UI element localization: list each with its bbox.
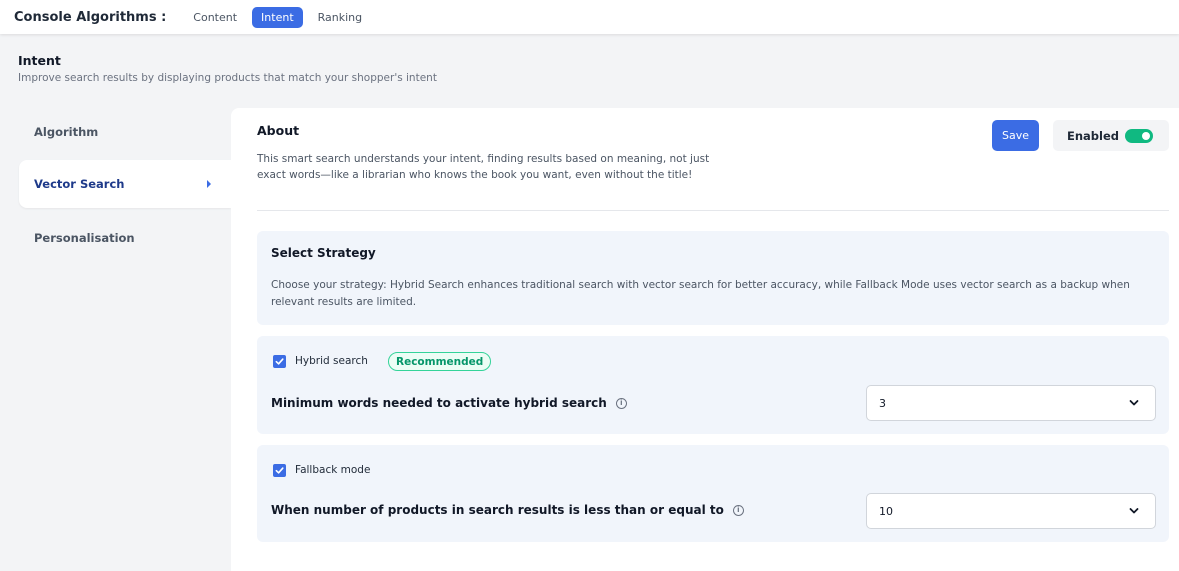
recommended-badge: Recommended (388, 352, 492, 371)
about-title: About (257, 123, 300, 138)
threshold-label-text: When number of products in search result… (271, 503, 724, 517)
threshold-value: 10 (879, 504, 893, 518)
top-bar: Console Algorithms : Content Intent Rank… (0, 0, 1179, 34)
sidebar: Algorithm Vector Search Personalisation (0, 108, 231, 571)
hybrid-search-checkbox[interactable] (273, 355, 286, 368)
hybrid-search-label: Hybrid search (295, 355, 368, 367)
sidebar-item-label: Algorithm (34, 125, 99, 139)
fallback-mode-label: Fallback mode (295, 464, 371, 476)
info-icon[interactable]: i (615, 397, 627, 409)
strategy-description: Choose your strategy: Hybrid Search enha… (271, 279, 1130, 308)
fallback-mode-checkbox[interactable] (273, 464, 286, 477)
enabled-label: Enabled (1067, 128, 1120, 143)
main-panel: About This smart search understands your… (231, 108, 1179, 571)
threshold-select[interactable]: 10 (866, 493, 1156, 529)
save-button[interactable]: Save (992, 120, 1039, 151)
enabled-control: Enabled (1053, 120, 1169, 151)
page-subtitle: Improve search results by displaying pro… (18, 72, 437, 84)
strategy-card: Select Strategy Choose your strategy: Hy… (257, 231, 1169, 325)
about-description: This smart search understands your inten… (257, 153, 710, 181)
check-icon (275, 358, 284, 365)
threshold-label: When number of products in search result… (271, 503, 744, 517)
page-title: Intent (18, 53, 61, 68)
tab-ranking[interactable]: Ranking (309, 7, 372, 28)
caret-right-icon (207, 180, 211, 188)
chevron-down-icon (1129, 400, 1139, 406)
sidebar-item-vector-search[interactable]: Vector Search (19, 160, 231, 208)
tab-intent[interactable]: Intent (252, 6, 303, 28)
page-header: Intent Improve search results by display… (18, 53, 437, 84)
min-words-label: Minimum words needed to activate hybrid … (271, 396, 627, 410)
sidebar-item-label: Vector Search (34, 177, 125, 191)
check-icon (275, 467, 284, 474)
enabled-toggle[interactable] (1125, 129, 1153, 143)
tab-content[interactable]: Content (184, 7, 246, 28)
sidebar-item-algorithm[interactable]: Algorithm (19, 108, 231, 156)
hybrid-card: Hybrid search Recommended Minimum words … (257, 336, 1169, 434)
fallback-card: Fallback mode When number of products in… (257, 445, 1169, 542)
strategy-title: Select Strategy (271, 246, 376, 260)
divider (257, 210, 1169, 211)
sidebar-item-personalisation[interactable]: Personalisation (19, 214, 231, 262)
min-words-value: 3 (879, 396, 886, 410)
chevron-down-icon (1129, 508, 1139, 514)
min-words-select[interactable]: 3 (866, 385, 1156, 421)
toggle-knob (1142, 132, 1150, 140)
app-title: Console Algorithms : (14, 9, 167, 25)
min-words-label-text: Minimum words needed to activate hybrid … (271, 396, 607, 410)
sidebar-item-label: Personalisation (34, 231, 135, 245)
info-icon[interactable]: i (732, 504, 744, 516)
